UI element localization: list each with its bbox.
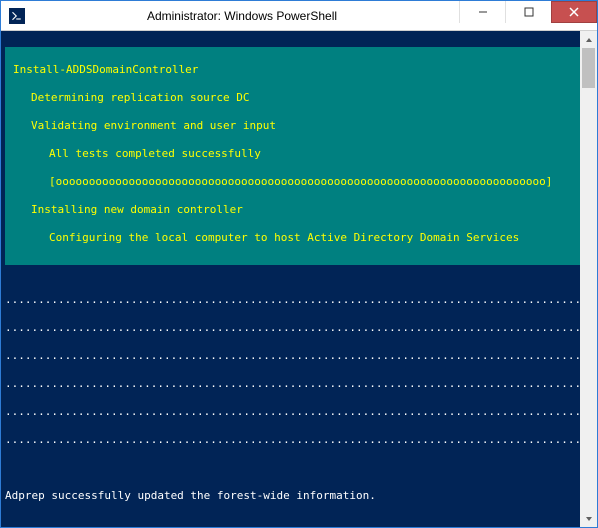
scroll-up-arrow[interactable] [580,31,597,48]
vertical-scrollbar[interactable] [580,31,597,527]
window-buttons [459,1,597,30]
powershell-icon [9,8,25,24]
progress-status-block: Install-ADDSDomainController Determining… [5,47,580,265]
powershell-window: Administrator: Windows PowerShell Instal… [0,0,598,528]
titlebar[interactable]: Administrator: Windows PowerShell [1,1,597,31]
step-validating-result: All tests completed successfully [5,147,580,161]
separator-row: ........................................… [5,349,580,363]
separator-row: ........................................… [5,405,580,419]
scroll-down-arrow[interactable] [580,510,597,527]
client-area: Install-ADDSDomainController Determining… [1,31,597,527]
step-installing: Installing new domain controller [5,203,580,217]
step-replication: Determining replication source DC [5,91,580,105]
progress-bar: [ooooooooooooooooooooooooooooooooooooooo… [5,175,580,189]
minimize-button[interactable] [459,1,505,23]
separator-row: ........................................… [5,433,580,447]
separator-row: ........................................… [5,293,580,307]
adprep-forest-msg: Adprep successfully updated the forest-w… [5,489,580,503]
close-button[interactable] [551,1,597,23]
separator-row: ........................................… [5,321,580,335]
console-output[interactable]: Install-ADDSDomainController Determining… [1,31,580,527]
scroll-track[interactable] [580,48,597,510]
scroll-thumb[interactable] [582,48,595,88]
step-validating: Validating environment and user input [5,119,580,133]
separator-row: ........................................… [5,377,580,391]
step-installing-detail: Configuring the local computer to host A… [5,231,580,245]
cmdlet-name: Install-ADDSDomainController [5,63,580,77]
maximize-button[interactable] [505,1,551,23]
window-title: Administrator: Windows PowerShell [25,9,459,23]
